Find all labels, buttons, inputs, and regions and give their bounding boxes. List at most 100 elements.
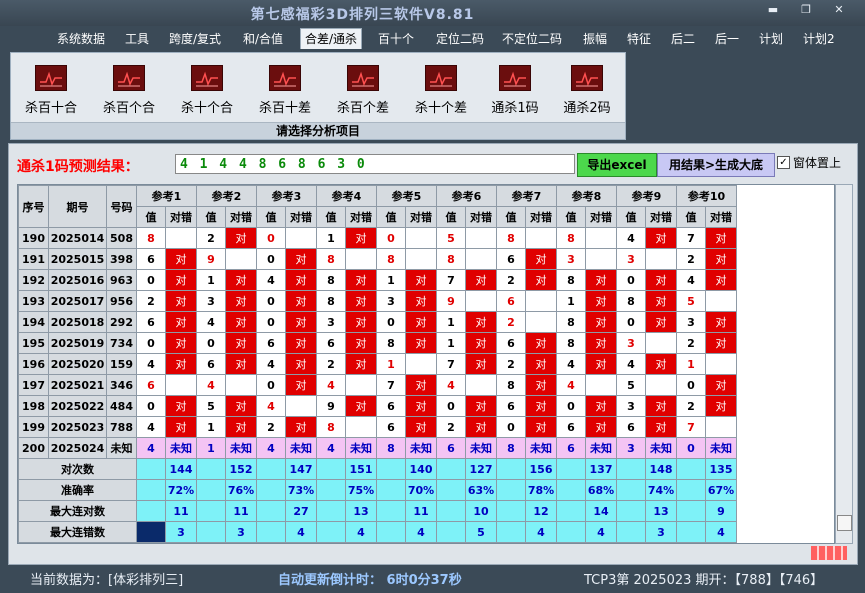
row-seq: 197 — [18, 374, 49, 396]
minimize-icon[interactable]: ▬ — [763, 3, 783, 16]
cell-result: 对 — [225, 416, 257, 438]
ribbon-button-3[interactable]: 杀百十差 — [255, 65, 315, 116]
table-row[interactable]: 194 2025018 292 6 对 4 对 0 对 3 对 0 对 1 对 2 8 对 0 对 3 对 — [18, 311, 737, 333]
row-number: 956 — [106, 290, 137, 312]
cell-value: 1 — [436, 332, 466, 354]
stat-row: 最大连错数 3 3 4 4 4 5 4 4 3 4 — [18, 521, 737, 543]
stat-spacer — [676, 521, 706, 543]
menu-item-10[interactable]: 后二 — [671, 30, 695, 47]
ribbon-button-1[interactable]: 杀百个合 — [99, 65, 159, 116]
cell-result: 对 — [585, 290, 617, 312]
stat-spacer — [256, 521, 286, 543]
table-row-pending[interactable]: 200 2025024 未知 4 未知 1 未知 4 未知 4 未知 8 未知 6 未知 8 未知 6 未知 3 未知 0… — [18, 437, 737, 459]
stat-spacer — [316, 458, 346, 480]
cell-result: 对 — [345, 269, 377, 291]
menu-item-7[interactable]: 不定位二码 — [502, 30, 562, 47]
cell-result: 对 — [165, 395, 197, 417]
cell-value: 9 — [436, 290, 466, 312]
stat-spacer — [676, 458, 706, 480]
ribbon-button-5[interactable]: 杀十个差 — [411, 65, 471, 116]
table-row[interactable]: 196 2025020 159 4 对 6 对 4 对 2 对 1 7 对 2 对 4 对 4 对 1 — [18, 353, 737, 375]
cell-result — [405, 353, 437, 375]
table-row[interactable]: 197 2025021 346 6 4 0 对 4 7 对 4 8 对 4 5 0 对 — [18, 374, 737, 396]
cell-value: 8 — [556, 227, 586, 249]
cell-result: 对 — [345, 311, 377, 333]
cell-result: 对 — [465, 353, 497, 375]
cell-result — [585, 227, 617, 249]
menu-item-2[interactable]: 跨度/复式 — [169, 30, 221, 47]
cell-value: 8 — [556, 332, 586, 354]
cell-value: 4 — [256, 437, 286, 459]
header-result: 对错 — [705, 206, 737, 228]
cell-result: 对 — [285, 353, 317, 375]
scrollbar-thumb[interactable] — [837, 515, 852, 531]
row-period: 2025021 — [48, 374, 107, 396]
cell-value: 0 — [256, 311, 286, 333]
table-row[interactable]: 193 2025017 956 2 对 3 对 0 对 8 对 3 对 9 6 1 对 8 对 5 — [18, 290, 737, 312]
menu-item-5[interactable]: 百十个 — [378, 30, 414, 47]
cell-result: 对 — [465, 332, 497, 354]
generate-base-button[interactable]: 用结果>生成大底 — [657, 153, 775, 177]
ribbon-button-0[interactable]: 杀百十合 — [21, 65, 81, 116]
table-row[interactable]: 198 2025022 484 0 对 5 对 4 9 对 6 对 0 对 6 对 0 对 3 对 2 对 — [18, 395, 737, 417]
cell-result — [465, 248, 497, 270]
menu-item-11[interactable]: 后一 — [715, 30, 739, 47]
ribbon-button-2[interactable]: 杀十个合 — [177, 65, 237, 116]
menu-item-1[interactable]: 工具 — [125, 30, 149, 47]
cell-result: 对 — [405, 332, 437, 354]
stat-value: 14 — [585, 500, 617, 522]
stat-spacer — [376, 521, 406, 543]
menu-item-4[interactable]: 合差/通杀 — [300, 28, 363, 49]
cell-result: 对 — [225, 311, 257, 333]
cell-result — [405, 227, 437, 249]
row-seq: 193 — [18, 290, 49, 312]
menu-item-3[interactable]: 和/合值 — [243, 30, 283, 47]
stat-spacer — [436, 479, 466, 501]
ribbon-button-label: 杀百十差 — [258, 101, 311, 116]
table-row[interactable]: 190 2025014 508 8 2 对 0 1 对 0 5 8 8 4 对 7 对 — [18, 227, 737, 249]
stat-spacer — [136, 500, 166, 522]
ribbon-button-4[interactable]: 杀百个差 — [333, 65, 393, 116]
stat-spacer — [436, 521, 466, 543]
table-row[interactable]: 191 2025015 398 6 对 9 0 对 8 8 8 6 对 3 3 2 对 — [18, 248, 737, 270]
cell-result: 对 — [465, 416, 497, 438]
cell-result: 对 — [285, 290, 317, 312]
cell-value: 4 — [436, 374, 466, 396]
table-row[interactable]: 192 2025016 963 0 对 1 对 4 对 8 对 1 对 7 对 2 对 8 对 0 对 4 对 — [18, 269, 737, 291]
topmost-checkbox[interactable]: ✓ — [777, 156, 790, 169]
ribbon-button-label: 通杀1码 — [491, 101, 539, 116]
cell-result: 未知 — [165, 437, 197, 459]
cell-result — [345, 374, 377, 396]
cell-result: 未知 — [645, 437, 677, 459]
close-icon[interactable]: ✕ — [829, 3, 849, 16]
cell-result: 对 — [345, 332, 377, 354]
row-period: 2025016 — [48, 269, 107, 291]
cell-value: 1 — [196, 416, 226, 438]
chart-icon — [269, 65, 301, 91]
cell-result: 对 — [225, 332, 257, 354]
menu-item-6[interactable]: 定位二码 — [436, 30, 484, 47]
vertical-scrollbar[interactable] — [835, 184, 853, 544]
cell-result — [225, 374, 257, 396]
menu-item-12[interactable]: 计划 — [759, 30, 783, 47]
menu-item-9[interactable]: 特征 — [627, 30, 651, 47]
cell-value: 1 — [316, 227, 346, 249]
header-result: 对错 — [225, 206, 257, 228]
table-row[interactable]: 199 2025023 788 4 对 1 对 2 对 8 6 对 2 对 0 对 6 对 6 对 7 — [18, 416, 737, 438]
stat-value: 13 — [645, 500, 677, 522]
menu-item-0[interactable]: 系统数据 — [57, 30, 105, 47]
table-row[interactable]: 195 2025019 734 0 对 0 对 6 对 6 对 8 对 1 对 6 对 8 对 3 2 对 — [18, 332, 737, 354]
ribbon-button-7[interactable]: 通杀2码 — [557, 65, 617, 116]
export-excel-button[interactable]: 导出excel — [577, 153, 657, 177]
window-title: 第七感福彩3D排列三软件V8.81 — [250, 7, 475, 23]
header-ref: 参考8 — [556, 185, 617, 207]
menu-item-8[interactable]: 振幅 — [583, 30, 607, 47]
ribbon-button-6[interactable]: 通杀1码 — [485, 65, 545, 116]
stat-spacer — [676, 479, 706, 501]
menu-item-13[interactable]: 计划2 — [803, 30, 835, 47]
chart-icon — [571, 65, 603, 91]
stat-spacer — [376, 479, 406, 501]
row-period: 2025018 — [48, 311, 107, 333]
restore-icon[interactable]: ❐ — [796, 3, 816, 16]
ribbon-button-label: 杀百个合 — [102, 101, 155, 116]
